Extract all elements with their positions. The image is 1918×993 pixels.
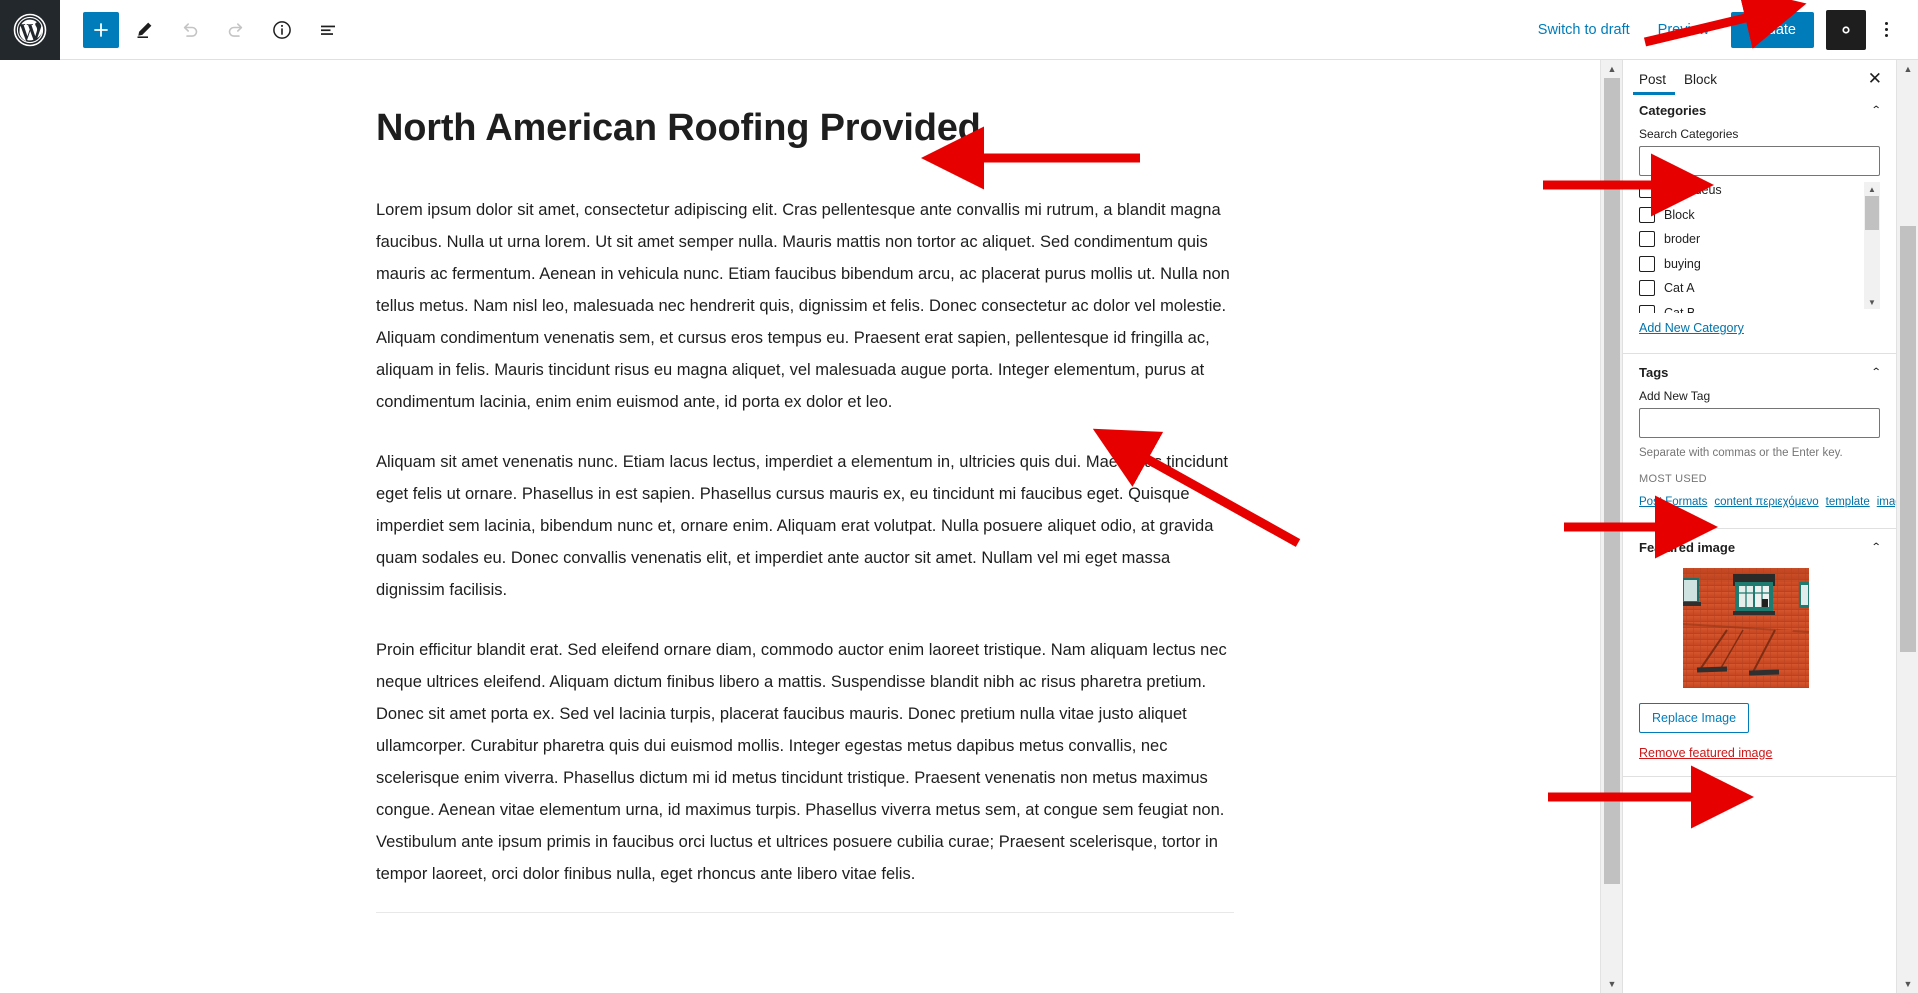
category-label: asmodeus <box>1664 183 1722 198</box>
checkbox[interactable] <box>1639 255 1655 272</box>
featured-image-preview-wrap <box>1639 568 1880 689</box>
categories-scrollbar-thumb[interactable] <box>1865 196 1879 230</box>
preview-button[interactable]: Preview <box>1644 16 1724 44</box>
post-settings-sidebar: Post Block ✕ Categories ⌃ Search Categor… <box>1622 60 1896 993</box>
search-categories-label: Search Categories <box>1639 127 1739 141</box>
featured-image-panel-title: Featured image <box>1639 540 1736 556</box>
top-bar-actions: Switch to draft Preview Update <box>1524 9 1918 50</box>
checkbox[interactable] <box>1639 280 1655 297</box>
list-view-icon[interactable] <box>307 9 349 51</box>
chevron-up-icon[interactable]: ⌃ <box>1870 105 1881 116</box>
tag-link[interactable]: Post Formats <box>1639 496 1707 508</box>
editor-scrollbar-thumb[interactable] <box>1604 78 1620 884</box>
category-item-block[interactable]: Block <box>1639 203 1880 228</box>
most-used-label: MOST USED <box>1639 473 1707 486</box>
categories-panel-header[interactable]: Categories ⌃ <box>1639 92 1881 127</box>
categories-checkbox-list[interactable]: asmodeus Block broder buying Cat A Cat B <box>1639 178 1880 313</box>
category-item-asmodeus[interactable]: asmodeus <box>1639 178 1880 203</box>
redo-arrow-icon[interactable] <box>215 9 257 51</box>
category-item-buying[interactable]: buying <box>1639 252 1880 277</box>
checkbox[interactable] <box>1639 231 1655 248</box>
editor-tools-group <box>60 9 349 51</box>
switch-to-draft-button[interactable]: Switch to draft <box>1524 16 1644 44</box>
remove-featured-image-link[interactable]: Remove featured image <box>1639 746 1880 760</box>
most-used-tag-cloud: Post Formats content περιεχόμενο template i… <box>1639 491 1896 512</box>
tag-link[interactable]: content περιεχόμενο <box>1714 496 1818 508</box>
kebab-menu-icon[interactable] <box>1868 10 1904 50</box>
add-new-category-link[interactable]: Add New Category <box>1639 321 1744 335</box>
tag-link[interactable]: image <box>1877 496 1896 508</box>
categories-panel-title: Categories <box>1639 103 1707 118</box>
chevron-up-icon[interactable]: ⌃ <box>1870 367 1881 378</box>
post-content: North American Roofing Provided Lorem ip… <box>0 60 1600 913</box>
category-label: Cat B <box>1664 305 1696 313</box>
replace-image-button[interactable]: Replace Image <box>1639 703 1750 734</box>
content-divider <box>376 911 1234 913</box>
undo-arrow-icon[interactable] <box>169 9 211 51</box>
close-icon[interactable]: ✕ <box>1862 68 1888 89</box>
kebab-dots <box>1884 22 1888 37</box>
page-title[interactable]: North American Roofing Provided <box>376 106 1234 152</box>
categories-scroll-up-arrow-icon[interactable]: ▲ <box>1864 182 1880 196</box>
checkbox[interactable] <box>1639 206 1655 223</box>
sidebar-scrollbar[interactable]: ▲ ▼ <box>1896 60 1918 993</box>
editor-top-bar: Switch to draft Preview Update <box>0 0 1918 60</box>
tags-hint-text: Separate with commas or the Enter key. <box>1639 447 1843 459</box>
featured-image-preview[interactable] <box>1683 568 1809 689</box>
categories-panel: Categories ⌃ Search Categories asmodeus … <box>1623 92 1896 354</box>
category-item-cat-a[interactable]: Cat A <box>1639 276 1880 301</box>
checkbox[interactable] <box>1639 304 1655 313</box>
category-label: buying <box>1664 256 1701 271</box>
chevron-up-icon[interactable]: ⌃ <box>1870 542 1881 553</box>
category-item-cat-b[interactable]: Cat B <box>1639 301 1880 313</box>
tab-block[interactable]: Block <box>1680 68 1731 97</box>
paragraph-block-2[interactable]: Aliquam sit amet venenatis nunc. Etiam l… <box>376 446 1234 606</box>
wordpress-logo-icon[interactable] <box>0 0 60 60</box>
featured-image-panel: Featured image ⌃ Replace Image Remove fe… <box>1623 529 1896 778</box>
gear-icon[interactable] <box>1826 9 1866 50</box>
add-block-button[interactable] <box>83 11 119 48</box>
category-label: broder <box>1664 232 1701 247</box>
tab-post[interactable]: Post <box>1635 68 1680 97</box>
update-button[interactable]: Update <box>1731 11 1814 48</box>
tags-panel-header[interactable]: Tags ⌃ <box>1639 354 1881 389</box>
editor-canvas[interactable]: North American Roofing Provided Lorem ip… <box>0 60 1600 993</box>
tag-link[interactable]: template <box>1826 496 1870 508</box>
search-categories-input[interactable] <box>1639 146 1880 176</box>
category-item-broder[interactable]: broder <box>1639 227 1880 252</box>
sidebar-scroll-up-arrow-icon[interactable]: ▲ <box>1897 60 1918 78</box>
category-label: Block <box>1664 207 1695 222</box>
editor-scrollbar[interactable]: ▲ ▼ <box>1600 60 1622 993</box>
checkbox[interactable] <box>1639 182 1655 199</box>
tags-panel-title: Tags <box>1639 365 1669 380</box>
info-circle-icon[interactable] <box>261 9 303 51</box>
featured-image-panel-header[interactable]: Featured image ⌃ <box>1639 529 1881 564</box>
add-new-tag-label: Add New Tag <box>1639 389 1711 403</box>
sidebar-tab-bar: Post Block ✕ <box>1623 60 1896 92</box>
sidebar-scroll-down-arrow-icon[interactable]: ▼ <box>1897 975 1918 993</box>
paragraph-block-1[interactable]: Lorem ipsum dolor sit amet, consectetur … <box>376 194 1234 418</box>
scroll-up-arrow-icon[interactable]: ▲ <box>1601 60 1623 78</box>
pencil-icon[interactable] <box>123 9 165 51</box>
scroll-down-arrow-icon[interactable]: ▼ <box>1601 975 1623 993</box>
category-label: Cat A <box>1664 281 1695 296</box>
paragraph-block-3[interactable]: Proin efficitur blandit erat. Sed eleife… <box>376 634 1234 890</box>
add-new-tag-input[interactable] <box>1639 408 1880 438</box>
sidebar-scrollbar-thumb[interactable] <box>1900 226 1916 652</box>
categories-scroll-down-arrow-icon[interactable]: ▼ <box>1864 295 1880 309</box>
tags-panel: Tags ⌃ Add New Tag Separate with commas … <box>1623 354 1896 530</box>
categories-list-scrollbar[interactable]: ▲ ▼ <box>1864 182 1880 309</box>
